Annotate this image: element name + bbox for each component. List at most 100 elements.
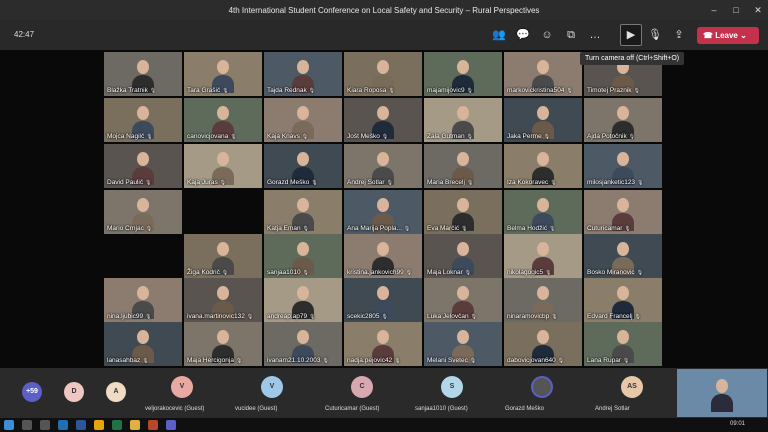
participant-video-tile[interactable]: Kiara Roposa 🎙 (344, 52, 422, 96)
microphone-icon[interactable]: 🎙 (646, 26, 664, 44)
avatar[interactable]: AS (621, 376, 643, 398)
minimize-icon[interactable]: – (706, 3, 722, 17)
rooms-icon[interactable]: ⧉ (562, 26, 580, 44)
participant-video-tile[interactable]: Tara Grašič 🎙 (184, 52, 262, 96)
participant-video-tile[interactable]: Jaka Perme 🎙 (504, 98, 582, 142)
muted-mic-icon: 🎙 (545, 270, 552, 276)
participant-video-tile[interactable]: Cuturicamar 🎙 (584, 190, 662, 234)
chevron-down-icon[interactable]: ⌄ (740, 31, 747, 40)
participant-video-tile[interactable]: Žiga Kodrič 🎙 (184, 234, 262, 278)
overflow-count[interactable]: +59 (22, 382, 42, 402)
strip-participant-label: vucidee (Guest) (235, 406, 278, 412)
participant-video-tile[interactable]: ivana.martinovic132 🎙 (184, 278, 262, 322)
participant-video-tile[interactable]: sanjaa1010 🎙 (264, 234, 342, 278)
muted-mic-icon: 🎙 (466, 180, 474, 186)
participant-video-tile[interactable]: Gorazd Meško 🎙 (264, 144, 342, 188)
muted-mic-icon: 🎙 (308, 88, 316, 94)
participant-name: canovicjovana (187, 133, 229, 140)
participant-video-tile[interactable]: nina.ljubic99 🎙 (104, 278, 182, 322)
participant-video-tile[interactable]: kristina.jankovich99 🎙 (344, 234, 422, 278)
participants-icon[interactable]: 👥 (490, 26, 508, 44)
file-explorer-icon[interactable] (130, 420, 140, 430)
participant-video-tile[interactable]: Lana Rupar 🎙 (584, 322, 662, 366)
excel-icon[interactable] (112, 420, 122, 430)
participant-video-tile[interactable]: Jošt Meško 🎙 (344, 98, 422, 142)
start-icon[interactable] (4, 420, 14, 430)
participant-name: andreap.ap79 (267, 313, 308, 320)
teams-icon[interactable] (166, 420, 176, 430)
more-options-icon[interactable]: … (586, 26, 604, 44)
participant-video-tile[interactable]: Mario Crnjac 🎙 (104, 190, 182, 234)
participant-video-tile[interactable]: Katja Eman 🎙 (264, 190, 342, 234)
participant-video-tile[interactable]: Zala Gutman 🎙 (424, 98, 502, 142)
participant-name: Katja Eman (267, 225, 301, 232)
participant-video-tile[interactable]: Belma Hodžić 🎙 (504, 190, 582, 234)
powerpoint-icon[interactable] (148, 420, 158, 430)
participant-video-tile[interactable]: Maja Hercigonja 🎙 (184, 322, 262, 366)
participant-video-tile[interactable]: Bosko Miranovic 🎙 (584, 234, 662, 278)
participant-video-tile[interactable]: Kaja Knavs 🎙 (264, 98, 342, 142)
muted-mic-icon: 🎙 (145, 226, 153, 232)
participant-video-tile[interactable]: Kaja Juras 🎙 (184, 144, 262, 188)
muted-mic-icon: 🎙 (633, 88, 640, 94)
outlook-icon[interactable] (58, 420, 68, 430)
participant-name: Gorazd Meško (267, 179, 310, 186)
avatar[interactable]: C (351, 376, 373, 398)
muted-mic-icon: 🎙 (322, 358, 329, 364)
participant-video-tile[interactable]: nadja.pejovic42 🎙 (344, 322, 422, 366)
participant-video-tile[interactable]: Melani Svetec 🎙 (424, 322, 502, 366)
participant-name: Iza Kokoravec (507, 179, 549, 186)
avatar[interactable]: A (106, 382, 126, 402)
participant-video-tile[interactable]: andreap.ap79 🎙 (264, 278, 342, 322)
participant-video-tile[interactable]: Luka Jelovčan 🎙 (424, 278, 502, 322)
participant-video-tile[interactable]: David Paulič 🎙 (104, 144, 182, 188)
participant-video-tile[interactable]: nikolagogic5 🎙 (504, 234, 582, 278)
task-view-icon[interactable] (40, 420, 50, 430)
search-icon[interactable] (22, 420, 32, 430)
participant-video-tile[interactable]: Mojca Nagilč 🎙 (104, 98, 182, 142)
avatar[interactable]: V (171, 376, 193, 398)
taskbar-clock: 09:01 (730, 421, 746, 427)
share-screen-icon[interactable]: ⇪ (670, 26, 688, 44)
participant-video-tile[interactable]: scekic2805 🎙 (344, 278, 422, 322)
participant-video-tile[interactable]: canovicjovana 🎙 (184, 98, 262, 142)
participant-video-tile[interactable]: markovickristina504 🎙 (504, 52, 582, 96)
participant-video-tile[interactable]: ivanam21.10.2003 🎙 (264, 322, 342, 366)
avatar[interactable]: S (441, 376, 463, 398)
participant-name: Cuturicamar (587, 225, 623, 232)
participant-name: Jaka Perme (507, 133, 542, 140)
participant-name: ivana.martinovic132 (187, 313, 245, 320)
participant-video-tile[interactable]: ninaramovicbp 🎙 (504, 278, 582, 322)
participant-video-tile[interactable]: dabovicjovan640 🎙 (504, 322, 582, 366)
participant-video-tile[interactable]: Maja Loknar 🎙 (424, 234, 502, 278)
participant-video-tile[interactable]: Eva Marčić 🎙 (424, 190, 502, 234)
avatar[interactable] (531, 376, 553, 398)
participant-video-tile[interactable]: Ajda Potočnik 🎙 (584, 98, 662, 142)
leave-button[interactable]: ☎ Leave ⌄ (697, 27, 759, 44)
strip-participant-label: Andrej Sotlar (595, 406, 630, 412)
word-icon[interactable] (76, 420, 86, 430)
participant-name: ivanam21.10.2003 (267, 357, 321, 364)
avatar[interactable]: D (64, 382, 84, 402)
close-icon[interactable]: ✕ (750, 3, 766, 17)
participant-video-tile[interactable]: majamijovic9 🎙 (424, 52, 502, 96)
participant-video-tile[interactable]: Andrej Sotlar 🎙 (344, 144, 422, 188)
avatar[interactable]: V (261, 376, 283, 398)
participant-video-tile[interactable]: Tajda Rednak 🎙 (264, 52, 342, 96)
maximize-icon[interactable]: □ (728, 3, 744, 17)
chrome-icon[interactable] (94, 420, 104, 430)
participant-video-tile[interactable]: milosjanketic123 🎙 (584, 144, 662, 188)
muted-mic-icon: 🎙 (461, 226, 468, 232)
participant-video-tile[interactable]: Edvard Francelj 🎙 (584, 278, 662, 322)
reactions-icon[interactable]: ☺ (538, 26, 556, 44)
participant-name: Ana Marija Popla... (347, 225, 402, 232)
chat-icon[interactable]: 💬 (514, 26, 532, 44)
participant-video-tile[interactable]: Iza Kokoravec 🎙 (504, 144, 582, 188)
muted-mic-icon: 🎙 (146, 134, 153, 140)
participant-video-tile[interactable]: Ana Marija Popla... 🎙 (344, 190, 422, 234)
camera-icon[interactable]: ▶ (620, 24, 642, 46)
participant-video-tile[interactable]: lanasahbaz 🎙 (104, 322, 182, 366)
participant-video-tile[interactable]: Blažka Tratnik 🎙 (104, 52, 182, 96)
meeting-toolbar: 42:47 👥 💬 ☺ ⧉ … ▶ 🎙 ⇪ (0, 20, 768, 50)
participant-video-tile[interactable]: Maria Brecelj 🎙 (424, 144, 502, 188)
